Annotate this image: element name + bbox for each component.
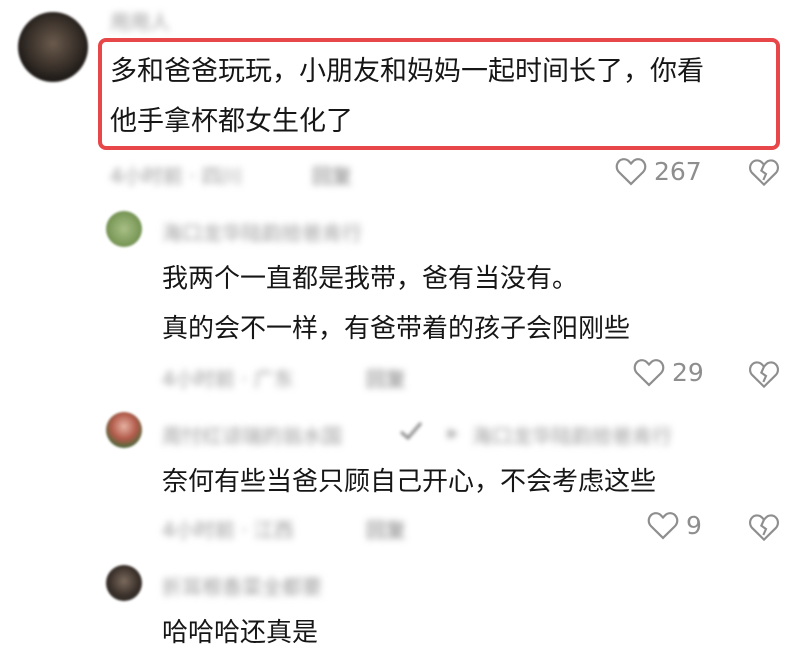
broken-heart-icon <box>749 514 779 542</box>
heart-icon <box>633 359 665 387</box>
comment-text-line: 真的会不一样，有爸带着的孩子会阳刚些 <box>162 314 631 344</box>
comment-meta: 4小时前 · 四川 <box>110 164 242 188</box>
broken-heart-icon <box>749 361 779 389</box>
like-button[interactable]: 267 <box>614 156 702 186</box>
like-count: 267 <box>654 156 702 186</box>
dislike-button[interactable] <box>748 512 780 546</box>
highlight-box <box>98 38 780 150</box>
dislike-button[interactable] <box>748 157 780 191</box>
reply-separator: ▸ <box>448 420 459 444</box>
like-button[interactable]: 9 <box>646 510 702 540</box>
comment-author[interactable]: 海口龙华陆韵拾爸肯行 <box>162 217 362 246</box>
verified-badge <box>398 420 424 446</box>
comment-text-line: 我两个一直都是我带，爸有当没有。 <box>162 264 579 294</box>
avatar[interactable] <box>18 12 88 82</box>
broken-heart-icon <box>749 159 779 187</box>
comment-item: 周忖红谅瑞的翁水国 ▸ 海口龙华陆韵拾爸肯行 奈何有些当爸只顾自己开心，不会考虑… <box>0 400 793 550</box>
reply-button[interactable]: 回复 <box>366 514 406 543</box>
comment-item: 海口龙华陆韵拾爸肯行 我两个一直都是我带，爸有当没有。 真的会不一样，有爸带着的… <box>0 195 793 400</box>
reply-to-author[interactable]: 海口龙华陆韵拾爸肯行 <box>472 420 672 449</box>
reply-button[interactable]: 回复 <box>366 363 406 392</box>
dislike-button[interactable] <box>748 359 780 393</box>
avatar[interactable] <box>106 211 142 247</box>
like-count: 9 <box>686 510 702 540</box>
comment-text-line: 哈哈哈还真是 <box>162 618 319 648</box>
comment-author[interactable]: 周忖红谅瑞的翁水国 <box>162 420 342 449</box>
comment-text-line: 奈何有些当爸只顾自己开心，不会考虑这些 <box>162 467 657 497</box>
heart-icon <box>615 158 647 186</box>
check-icon <box>400 422 423 441</box>
reply-button[interactable]: 回复 <box>312 160 352 189</box>
comment-meta: 4小时前 · 江西 <box>162 518 294 542</box>
comment-item: 折耳根香菜全都要 哈哈哈还真是 <box>0 555 793 657</box>
like-count: 29 <box>672 357 704 387</box>
comment-author[interactable]: 用用人 <box>110 6 170 35</box>
avatar[interactable] <box>106 565 142 601</box>
heart-icon <box>647 512 679 540</box>
comment-author[interactable]: 折耳根香菜全都要 <box>162 571 322 600</box>
like-button[interactable]: 29 <box>632 357 704 387</box>
avatar[interactable] <box>106 412 142 448</box>
comment-meta: 4小时前 · 广东 <box>162 367 294 391</box>
